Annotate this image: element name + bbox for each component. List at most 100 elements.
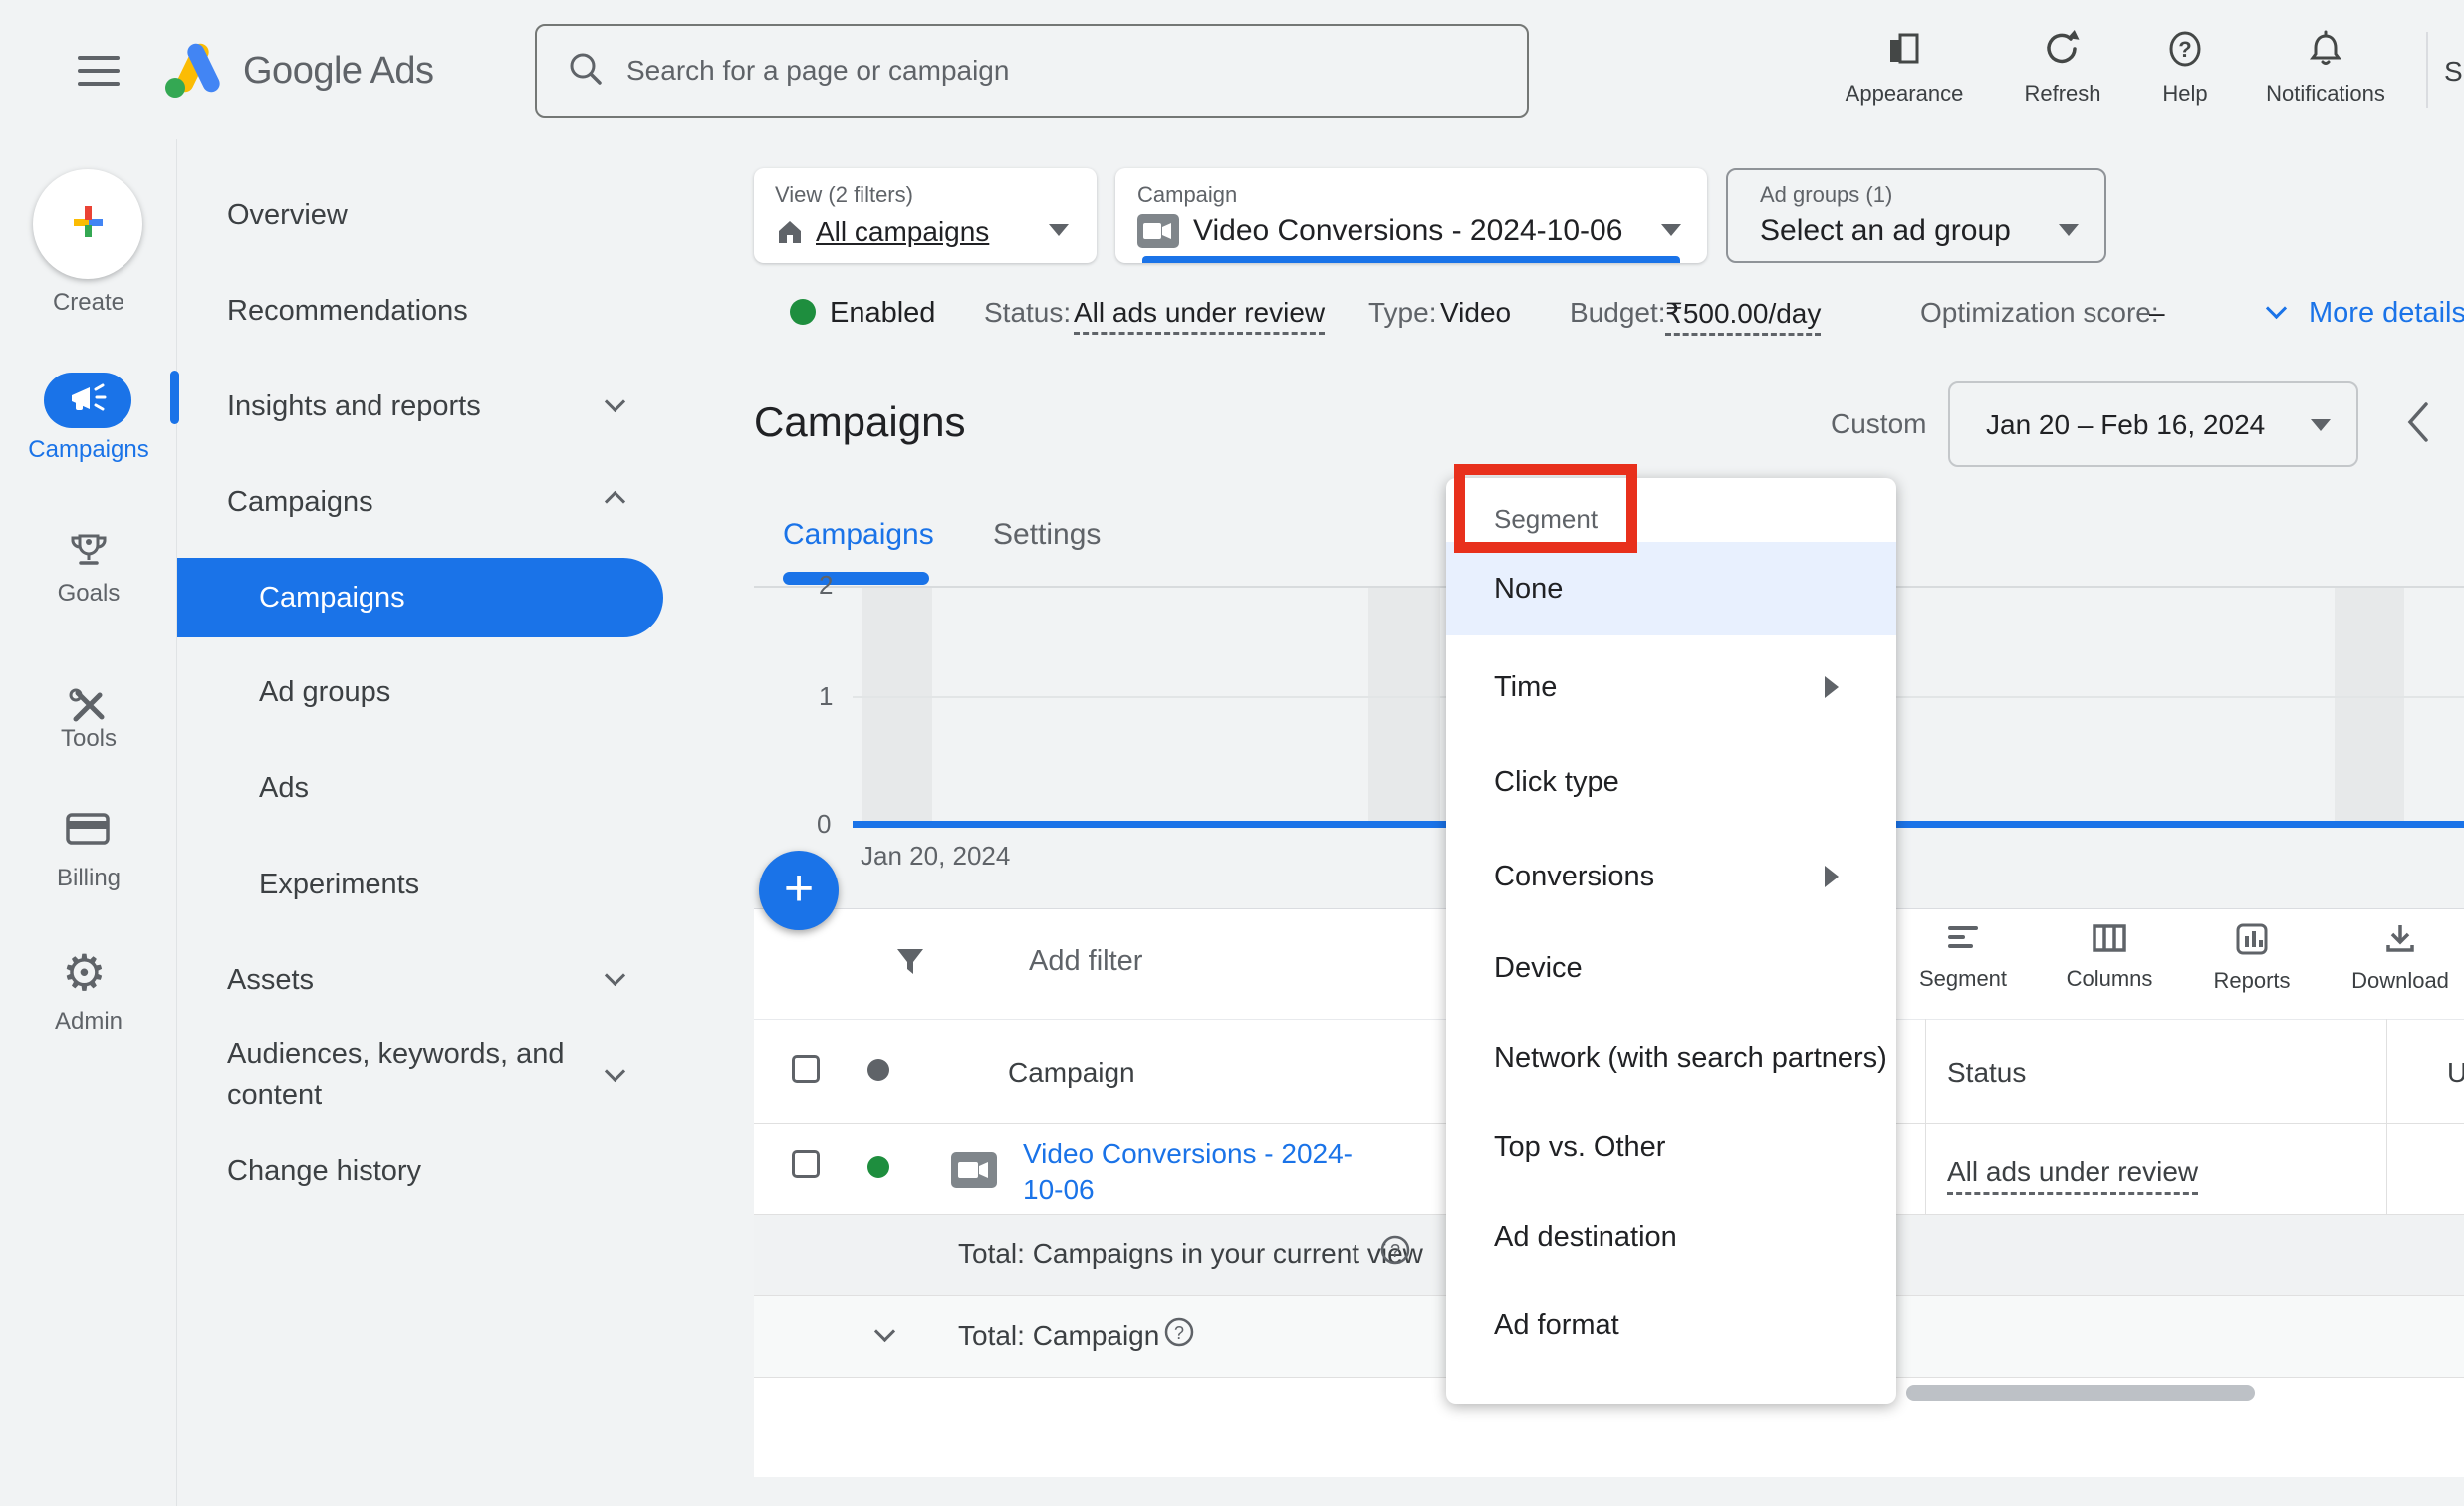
nav-item-assets[interactable]: Assets — [227, 964, 314, 997]
nav-item-recommendations[interactable]: Recommendations — [227, 295, 468, 328]
y-tick-2: 2 — [819, 570, 833, 601]
row-checkbox[interactable] — [792, 1150, 820, 1178]
admin-gear-icon[interactable]: ⚙ — [62, 948, 107, 998]
caret-down-icon — [1661, 224, 1681, 236]
tab-campaigns[interactable]: Campaigns — [783, 518, 934, 552]
budget-value[interactable]: ₹500.00/day — [1665, 297, 1821, 336]
chevron-down-icon[interactable] — [605, 965, 625, 986]
segment-icon — [1944, 942, 1982, 959]
rail-campaigns-label: Campaigns — [0, 436, 177, 464]
create-button[interactable] — [33, 169, 142, 279]
svg-text:?: ? — [1390, 1241, 1400, 1261]
segment-button[interactable]: Segment — [1897, 921, 2029, 992]
chart-weekend-band — [862, 588, 932, 823]
column-header-status[interactable]: Status — [1947, 1057, 2026, 1089]
column-header-truncated[interactable]: U — [2447, 1057, 2464, 1089]
help-circle-icon[interactable]: ? — [1163, 1316, 1195, 1353]
menu-item-conversions[interactable]: Conversions — [1446, 831, 1896, 922]
column-header-campaign[interactable]: Campaign — [1008, 1057, 1135, 1089]
chevron-down-icon[interactable] — [605, 391, 625, 412]
header-overflow-item[interactable]: S — [2444, 56, 2463, 88]
add-filter-button[interactable]: Add filter — [1029, 945, 1142, 978]
nav-item-overview[interactable]: Overview — [227, 199, 348, 232]
y-tick-1: 1 — [819, 681, 833, 712]
optimization-score-label: Optimization score: — [1920, 297, 2159, 329]
chevron-up-icon[interactable] — [605, 491, 625, 512]
menu-item-click-type[interactable]: Click type — [1446, 736, 1896, 828]
chart-weekend-band — [1368, 588, 1440, 823]
rail-item-campaigns[interactable] — [44, 373, 131, 428]
menu-item-device[interactable]: Device — [1446, 922, 1896, 1014]
appearance-button[interactable]: Appearance — [1832, 28, 1977, 107]
main-menu-icon[interactable] — [78, 56, 120, 86]
collapse-panel-icon[interactable] — [2398, 396, 2438, 453]
nav-item-insights[interactable]: Insights and reports — [227, 390, 481, 423]
search-input[interactable] — [626, 55, 1503, 87]
billing-icon[interactable] — [64, 809, 112, 854]
ad-group-filter-dropdown[interactable]: Ad groups (1) Select an ad group — [1726, 168, 2106, 263]
campaign-row-link[interactable]: Video Conversions - 2024-10-06 — [1023, 1136, 1371, 1208]
tab-active-underline — [783, 572, 929, 585]
nav-item-experiments[interactable]: Experiments — [259, 869, 419, 901]
rail-admin-label: Admin — [0, 1008, 177, 1036]
status-label: Status: — [984, 297, 1071, 329]
help-circle-icon[interactable]: ? — [1379, 1234, 1411, 1271]
page-title: Campaigns — [754, 398, 965, 446]
download-button[interactable]: Download — [2335, 921, 2464, 994]
refresh-icon — [2042, 57, 2084, 74]
campaign-filter-dropdown[interactable]: Campaign Video Conversions - 2024-10-06 — [1115, 168, 1707, 263]
nav-item-ad-groups[interactable]: Ad groups — [259, 676, 390, 709]
menu-item-none[interactable]: None — [1446, 542, 1896, 635]
left-rail: Create Campaigns Goals — [0, 139, 177, 1506]
reports-button[interactable]: Reports — [2186, 921, 2318, 994]
menu-item-network[interactable]: Network (with search partners) — [1446, 1012, 1896, 1104]
columns-icon — [2091, 942, 2128, 959]
campaign-row-status[interactable]: All ads under review — [1947, 1156, 2198, 1195]
optimization-score-value: – — [2149, 297, 2165, 329]
rail-billing-label: Billing — [0, 865, 177, 892]
tab-settings[interactable]: Settings — [993, 518, 1101, 552]
status-value[interactable]: All ads under review — [1074, 297, 1325, 335]
video-campaign-icon — [1137, 214, 1179, 248]
menu-item-ad-format[interactable]: Ad format — [1446, 1279, 1896, 1371]
chevron-down-icon[interactable] — [2266, 298, 2287, 319]
goals-icon[interactable] — [66, 528, 112, 579]
type-label: Type: — [1368, 297, 1436, 329]
status-dot-column-header — [867, 1059, 889, 1081]
chart-weekend-band — [2335, 588, 2404, 823]
nav-item-ads[interactable]: Ads — [259, 772, 309, 805]
filter-funnel-icon[interactable] — [893, 945, 927, 984]
notifications-button[interactable]: Notifications — [2253, 28, 2398, 107]
add-campaign-fab[interactable]: + — [759, 851, 839, 930]
select-all-checkbox[interactable] — [792, 1055, 820, 1083]
nav-item-change-history[interactable]: Change history — [227, 1155, 421, 1188]
help-icon: ? — [2164, 57, 2206, 74]
rail-create-label: Create — [0, 289, 177, 317]
plus-icon: + — [784, 863, 814, 914]
date-range-picker[interactable]: Jan 20 – Feb 16, 2024 — [1948, 381, 2358, 467]
columns-button[interactable]: Columns — [2044, 921, 2175, 992]
menu-item-top-vs-other[interactable]: Top vs. Other — [1446, 1102, 1896, 1193]
enabled-status-dot — [790, 299, 816, 325]
create-plus-icon — [62, 196, 114, 253]
home-icon — [775, 216, 805, 251]
view-filter-dropdown[interactable]: View (2 filters) All campaigns — [754, 168, 1097, 263]
download-icon — [2381, 944, 2419, 961]
help-button[interactable]: ? Help — [2112, 28, 2258, 107]
reports-icon — [2233, 944, 2271, 961]
menu-item-time[interactable]: Time — [1446, 641, 1896, 733]
menu-item-ad-destination[interactable]: Ad destination — [1446, 1191, 1896, 1283]
megaphone-icon — [64, 381, 112, 420]
more-details-link[interactable]: More details — [2309, 297, 2464, 330]
segment-menu: Segment None Time Click type Conversions… — [1446, 478, 1896, 1404]
horizontal-scrollbar[interactable] — [1906, 1385, 2255, 1401]
view-filter-value: All campaigns — [816, 216, 989, 248]
google-ads-logo-icon[interactable] — [157, 38, 229, 104]
caret-down-icon — [2059, 224, 2079, 236]
nav-item-campaigns-selected[interactable]: Campaigns — [177, 558, 663, 637]
nav-item-audiences[interactable]: Audiences, keywords, and content — [227, 1034, 616, 1116]
nav-item-campaigns-parent[interactable]: Campaigns — [227, 486, 373, 519]
annotation-highlight-box — [1454, 464, 1637, 553]
global-search[interactable] — [535, 24, 1529, 118]
budget-label: Budget: — [1570, 297, 1666, 329]
